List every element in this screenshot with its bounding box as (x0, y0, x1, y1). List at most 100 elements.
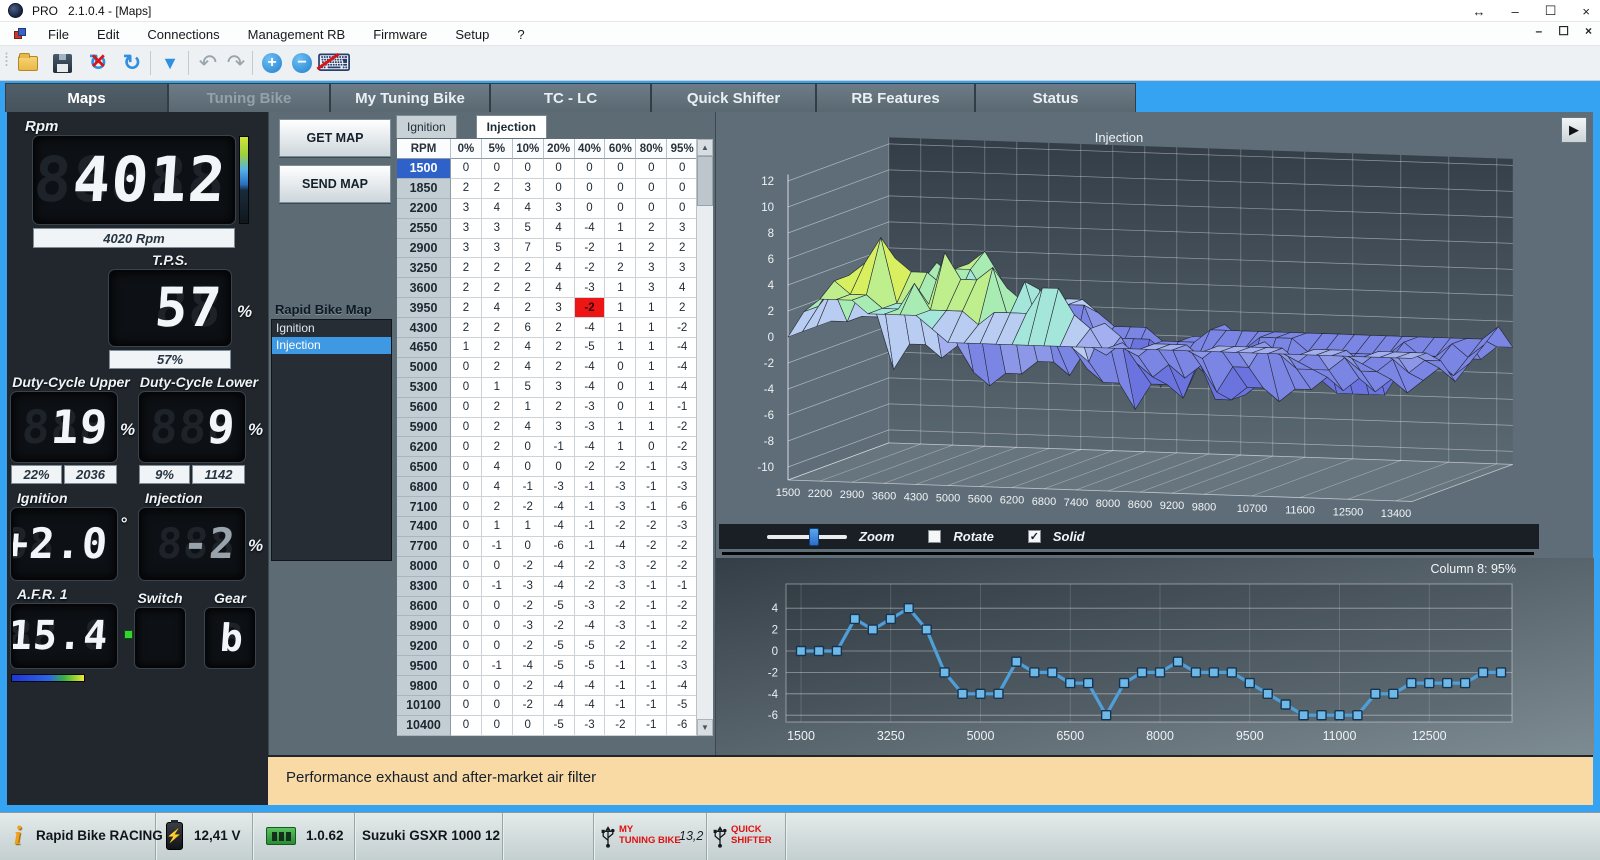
menu-item--[interactable]: ? (503, 27, 538, 42)
column-header[interactable]: 5% (482, 139, 513, 159)
menu-item-connections[interactable]: Connections (133, 27, 233, 42)
map-cell[interactable]: 3 (636, 278, 667, 298)
solid-checkbox[interactable]: ✓ (1028, 530, 1041, 543)
map-cell[interactable]: -1 (636, 616, 667, 636)
map-cell[interactable]: -1 (667, 577, 698, 597)
map-cell[interactable]: 1 (482, 378, 513, 398)
map-cell[interactable]: -4 (575, 676, 606, 696)
column-header[interactable]: 0% (451, 139, 482, 159)
tab-tc-lc[interactable]: TC - LC (490, 83, 651, 112)
map-cell[interactable]: -1 (636, 696, 667, 716)
map-cell[interactable]: 0 (451, 597, 482, 617)
map-cell[interactable]: 7 (513, 239, 544, 259)
map-cell[interactable]: 4 (513, 418, 544, 438)
map-cell[interactable]: -2 (636, 557, 667, 577)
rpm-row-header[interactable]: 1850 (397, 179, 451, 199)
keyboard-disabled-icon[interactable]: ⌨ (320, 49, 348, 77)
map-cell[interactable]: -2 (513, 696, 544, 716)
rpm-row-header[interactable]: 8600 (397, 597, 451, 617)
map-cell[interactable]: -2 (605, 457, 636, 477)
map-cell[interactable]: -2 (667, 418, 698, 438)
map-cell[interactable]: 2 (482, 398, 513, 418)
map-cell[interactable]: -1 (575, 477, 606, 497)
map-cell[interactable]: 2 (544, 398, 575, 418)
map-cell[interactable]: 4 (482, 477, 513, 497)
rpm-row-header[interactable]: 6500 (397, 457, 451, 477)
map-cell[interactable]: 4 (513, 199, 544, 219)
map-cell[interactable]: 1 (636, 378, 667, 398)
map-cell[interactable]: 2 (667, 298, 698, 318)
map-cell[interactable]: -1 (544, 437, 575, 457)
mdi-restore-icon[interactable]: ☐ (1558, 24, 1569, 38)
map-cell[interactable]: -4 (575, 616, 606, 636)
rpm-row-header[interactable]: 5900 (397, 418, 451, 438)
map-cell[interactable]: -2 (667, 636, 698, 656)
map-cell[interactable]: 3 (636, 258, 667, 278)
map-cell[interactable]: 2 (482, 179, 513, 199)
map-cell[interactable]: -6 (544, 537, 575, 557)
map-cell[interactable]: -1 (636, 636, 667, 656)
map-cell[interactable]: 5 (513, 219, 544, 239)
rpm-row-header[interactable]: 10400 (397, 716, 451, 736)
map-cell[interactable]: -3 (575, 716, 606, 736)
map-cell[interactable]: 2 (513, 278, 544, 298)
tab-rb-features[interactable]: RB Features (816, 83, 975, 112)
map-cell[interactable]: 0 (575, 199, 606, 219)
map-cell[interactable]: -4 (575, 358, 606, 378)
map-cell[interactable]: 0 (544, 159, 575, 179)
map-cell[interactable]: -4 (544, 517, 575, 537)
zoom-slider-handle[interactable] (809, 528, 819, 546)
map-cell[interactable]: -2 (544, 616, 575, 636)
scroll-up-icon[interactable]: ▲ (697, 139, 713, 156)
map-cell[interactable]: -3 (605, 557, 636, 577)
map-cell[interactable]: 0 (575, 159, 606, 179)
map-cell[interactable]: -2 (667, 318, 698, 338)
scroll-thumb[interactable] (697, 156, 713, 206)
rpm-row-header[interactable]: 8300 (397, 577, 451, 597)
map-cell[interactable]: 4 (482, 457, 513, 477)
map-cell[interactable]: 1 (636, 338, 667, 358)
tab-my-tuning-bike[interactable]: My Tuning Bike (330, 83, 490, 112)
map-cell[interactable]: -1 (605, 676, 636, 696)
map-cell[interactable]: 0 (451, 418, 482, 438)
map-cell[interactable]: 4 (544, 258, 575, 278)
map-cell[interactable]: -2 (575, 577, 606, 597)
zoom-out-icon[interactable]: − (288, 49, 316, 77)
column-line-chart[interactable]: 420-2-4-61500325050006500800095001100012… (716, 558, 1594, 755)
undo-icon[interactable]: ↶ (194, 49, 222, 77)
map-cell[interactable]: 0 (451, 636, 482, 656)
map-cell[interactable]: -4 (544, 497, 575, 517)
map-cell[interactable]: 2 (513, 298, 544, 318)
map-cell[interactable]: 3 (667, 258, 698, 278)
column-header[interactable]: 10% (513, 139, 544, 159)
map-cell[interactable]: -2 (513, 636, 544, 656)
filter-down-icon[interactable]: ▼ (156, 49, 184, 77)
map-cell[interactable]: -2 (605, 597, 636, 617)
map-cell[interactable]: 3 (451, 199, 482, 219)
map-cell[interactable]: -4 (667, 358, 698, 378)
map-cell[interactable]: -4 (575, 378, 606, 398)
map-cell[interactable]: 2 (636, 219, 667, 239)
map-cell[interactable]: 3 (482, 239, 513, 259)
map-cell[interactable]: -3 (667, 656, 698, 676)
map-cell[interactable]: 2 (451, 179, 482, 199)
map-cell[interactable]: 0 (482, 636, 513, 656)
map-cell[interactable]: -2 (575, 298, 606, 318)
map-cell[interactable]: 3 (451, 219, 482, 239)
map-cell[interactable]: 4 (544, 278, 575, 298)
map-cell[interactable]: 4 (667, 278, 698, 298)
map-cell[interactable]: 0 (605, 179, 636, 199)
map-cell[interactable]: 6 (513, 318, 544, 338)
map-cell[interactable]: -1 (605, 696, 636, 716)
map-cell[interactable]: -2 (605, 636, 636, 656)
map-cell[interactable]: -1 (636, 716, 667, 736)
map-cell[interactable]: 4 (482, 298, 513, 318)
map-cell[interactable]: 1 (605, 437, 636, 457)
map-cell[interactable]: 1 (605, 239, 636, 259)
map-cell[interactable]: 0 (451, 656, 482, 676)
map-cell[interactable]: 0 (451, 537, 482, 557)
minimize-icon[interactable]: – (1512, 4, 1519, 19)
map-cell[interactable]: 0 (636, 179, 667, 199)
map-cell[interactable]: -3 (667, 517, 698, 537)
map-cell[interactable]: 4 (482, 199, 513, 219)
